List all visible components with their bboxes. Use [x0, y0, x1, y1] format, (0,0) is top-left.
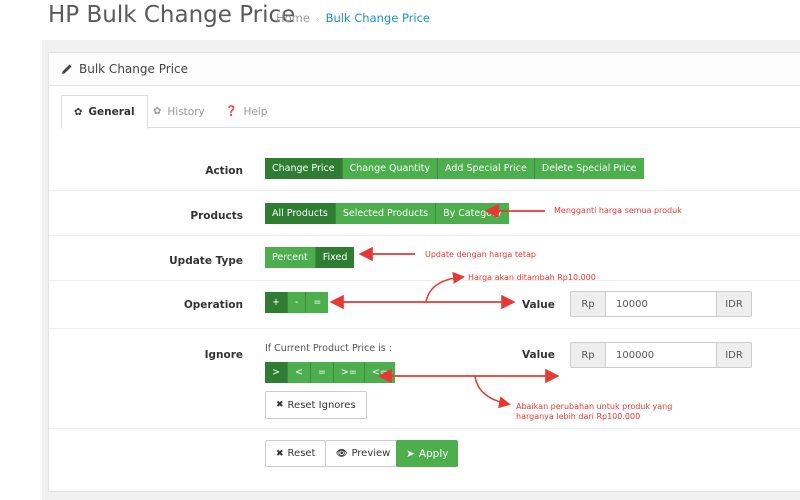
- tab-label: History: [167, 105, 205, 118]
- equal-button[interactable]: =: [310, 362, 334, 383]
- apply-button[interactable]: ➤ Apply: [396, 440, 459, 467]
- update-type-label: Update Type: [169, 255, 243, 267]
- tab-bar: ✿ General ✿ History ❓ Help: [61, 95, 800, 129]
- breadcrumb-separator: ›: [315, 15, 320, 25]
- panel-heading: Bulk Change Price: [49, 53, 800, 86]
- operation-row: Operation + - = Value Rp IDR: [49, 281, 800, 329]
- page-title: HP Bulk Change Price: [48, 2, 296, 28]
- ignore-row: Ignore If Current Product Price is : > <…: [49, 329, 800, 429]
- delete-special-price-button[interactable]: Delete Special Price: [534, 158, 644, 179]
- tab-label: Help: [243, 105, 268, 118]
- percent-button[interactable]: Percent: [265, 247, 316, 268]
- gear-icon: ✿: [153, 106, 162, 117]
- paper-plane-icon: ➤: [406, 447, 415, 460]
- selected-products-button[interactable]: Selected Products: [335, 203, 437, 224]
- question-circle-icon: ❓: [225, 106, 238, 117]
- ignore-button-group: > < = >= <=: [265, 362, 395, 383]
- ignore-label: Ignore: [204, 349, 243, 361]
- update-type-annotation: Update dengan harga tetap: [425, 250, 536, 259]
- ignore-value-label: Value: [522, 349, 555, 361]
- minus-button[interactable]: -: [287, 292, 307, 313]
- greater-equal-button[interactable]: >=: [333, 362, 365, 383]
- action-label: Action: [205, 165, 243, 177]
- currency-suffix: IDR: [716, 292, 751, 316]
- breadcrumb-current[interactable]: Bulk Change Price: [326, 11, 430, 25]
- products-button-group: All Products Selected Products By Catego…: [265, 203, 509, 224]
- action-row: Action Change Price Change Quantity Add …: [49, 148, 800, 191]
- by-category-button[interactable]: By Category: [436, 203, 509, 224]
- tab-label: General: [88, 106, 135, 118]
- less-than-button[interactable]: <: [287, 362, 311, 383]
- currency-prefix: Rp: [571, 343, 606, 367]
- reset-ignores-button[interactable]: ✖ Reset Ignores: [265, 391, 367, 419]
- products-row: Products All Products Selected Products …: [49, 191, 800, 236]
- all-products-button[interactable]: All Products: [265, 203, 336, 224]
- ignore-annotation-line-2: harganya lebih dari Rp100.000: [516, 412, 641, 421]
- close-icon: ✖: [276, 400, 284, 410]
- panel-title: Bulk Change Price: [79, 62, 188, 76]
- operation-label: Operation: [183, 299, 243, 311]
- add-special-price-button[interactable]: Add Special Price: [438, 158, 535, 179]
- eye-icon: 👁: [336, 448, 348, 459]
- greater-than-button[interactable]: >: [265, 362, 288, 383]
- tab-history[interactable]: ✿ History: [141, 95, 217, 128]
- ignore-condition-text: If Current Product Price is :: [265, 343, 392, 354]
- preview-label: Preview: [351, 448, 391, 459]
- equals-button[interactable]: =: [306, 292, 329, 313]
- preview-button[interactable]: 👁 Preview: [325, 440, 402, 467]
- tab-general[interactable]: ✿ General: [61, 95, 148, 129]
- action-button-group: Change Price Change Quantity Add Special…: [265, 158, 644, 179]
- apply-label: Apply: [418, 447, 449, 460]
- products-annotation: Mengganti harga semua produk: [554, 206, 682, 215]
- operation-button-group: + - =: [265, 292, 329, 313]
- ignore-value-input[interactable]: [606, 343, 716, 367]
- change-quantity-button[interactable]: Change Quantity: [342, 158, 439, 179]
- ignore-value-group: Rp IDR: [570, 342, 752, 368]
- fixed-button[interactable]: Fixed: [315, 247, 355, 268]
- operation-annotation: Harga akan ditambah Rp10.000: [468, 273, 596, 282]
- less-equal-button[interactable]: <=: [364, 362, 395, 383]
- reset-button[interactable]: ✖ Reset: [265, 440, 327, 467]
- tab-help[interactable]: ❓ Help: [213, 95, 279, 128]
- pencil-icon: [62, 64, 72, 74]
- currency-prefix: Rp: [571, 292, 606, 316]
- change-price-button[interactable]: Change Price: [265, 158, 343, 179]
- update-type-button-group: Percent Fixed: [265, 247, 355, 268]
- operation-value-label: Value: [522, 299, 555, 311]
- breadcrumb: Home › Bulk Change Price: [276, 11, 430, 25]
- breadcrumb-home[interactable]: Home: [276, 11, 310, 25]
- gear-icon: ✿: [74, 106, 83, 118]
- operation-value-group: Rp IDR: [570, 291, 752, 317]
- ignore-annotation-line-1: Abaikan perubahan untuk produk yang: [516, 402, 673, 411]
- operation-value-input[interactable]: [606, 292, 716, 316]
- reset-label: Reset: [287, 448, 316, 459]
- currency-suffix: IDR: [716, 343, 751, 367]
- close-icon: ✖: [276, 448, 284, 459]
- products-label: Products: [190, 210, 243, 222]
- plus-button[interactable]: +: [265, 292, 288, 313]
- bulk-change-panel: Bulk Change Price ✿ General ✿ History ❓ …: [48, 52, 800, 492]
- reset-ignores-label: Reset Ignores: [287, 399, 356, 411]
